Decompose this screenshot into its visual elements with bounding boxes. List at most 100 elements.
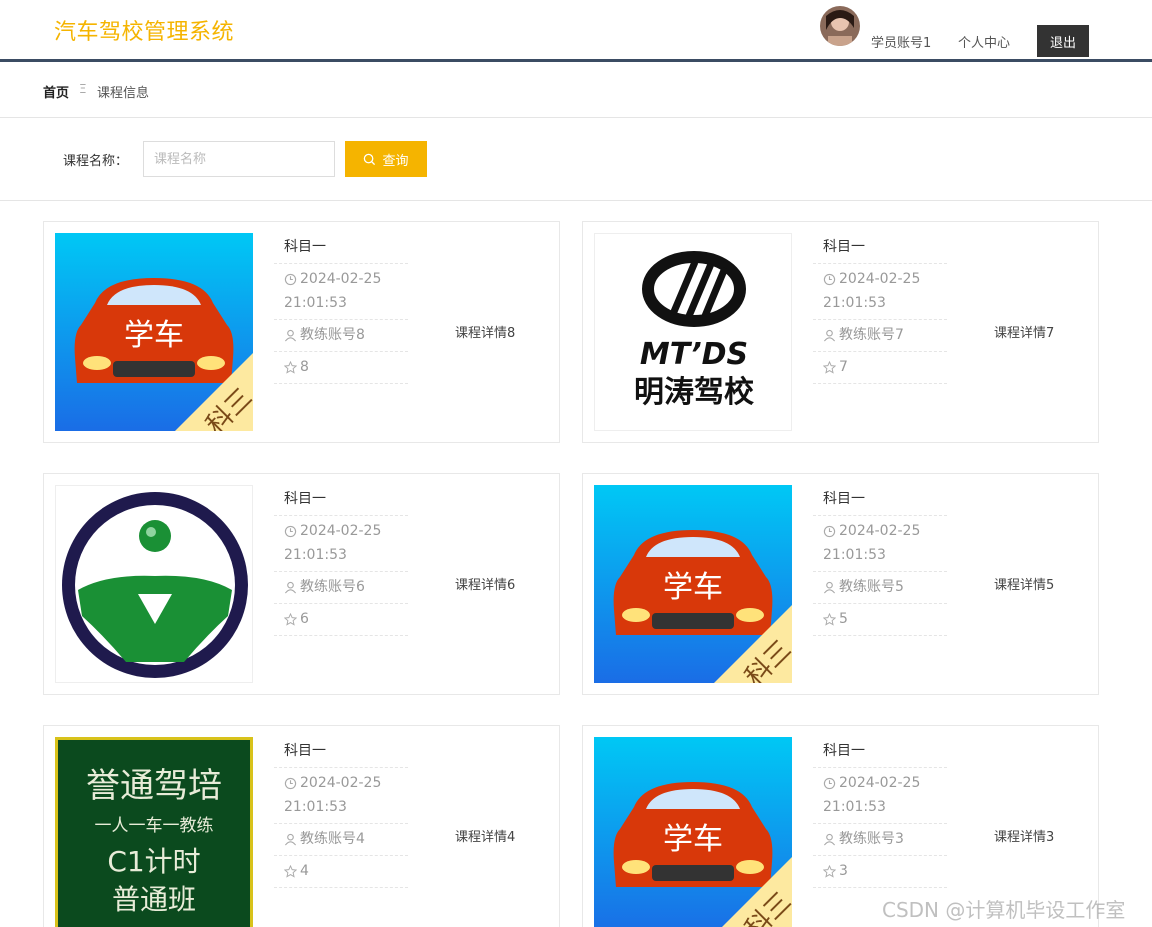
course-coach: 教练账号8 (274, 320, 408, 352)
course-info: 科目一 2024-02-25 21:01:53 教练账号8 8 (274, 232, 408, 384)
breadcrumb-current: 课程信息 (97, 86, 150, 101)
personal-center-link[interactable]: 个人中心 (958, 32, 1010, 51)
watermark: CSDN @计算机毕设工作室 (882, 898, 1126, 922)
course-time: 21:01:53 (284, 547, 347, 563)
image-text: 学车 (663, 570, 723, 605)
user-icon (284, 833, 297, 845)
coach-name: 教练账号8 (300, 327, 365, 343)
course-image[interactable]: 学车 科三 (594, 737, 792, 927)
user-icon (284, 329, 297, 341)
course-card[interactable]: 科目一 2024-02-25 21:01:53 教练账号6 6 课程详情6 (43, 473, 560, 695)
course-card[interactable]: 誉通驾培 一人一车一教练 C1计时 普通班 科目一 2024-02-25 21:0… (43, 725, 560, 927)
image-subtext: 明涛驾校 (634, 375, 754, 410)
course-detail-link[interactable]: 课程详情8 (455, 322, 515, 341)
favorite-count: 8 (300, 359, 309, 375)
image-line: 一人一车一教练 (95, 816, 214, 836)
course-detail-link[interactable]: 课程详情4 (455, 826, 515, 845)
course-coach: 教练账号6 (274, 572, 408, 604)
course-time: 21:01:53 (284, 295, 347, 311)
course-datetime: 2024-02-25 21:01:53 (274, 516, 408, 572)
course-coach: 教练账号4 (274, 824, 408, 856)
image-text: 学车 (663, 822, 723, 857)
favorite-count: 6 (300, 611, 309, 627)
course-date: 2024-02-25 (300, 775, 382, 791)
course-info: 科目一 2024-02-25 21:01:53 教练账号5 5 (813, 484, 947, 636)
logout-button[interactable]: 退出 (1037, 25, 1089, 57)
user-avatar[interactable] (820, 6, 860, 46)
course-date: 2024-02-25 (839, 775, 921, 791)
coach-name: 教练账号4 (300, 831, 365, 847)
course-info: 科目一 2024-02-25 21:01:53 教练账号4 4 (274, 736, 408, 888)
account-name[interactable]: 学员账号1 (871, 32, 931, 51)
star-icon (284, 612, 297, 626)
user-icon (823, 581, 836, 593)
course-coach: 教练账号3 (813, 824, 947, 856)
clock-icon (284, 777, 297, 789)
breadcrumb-home[interactable]: 首页 (43, 82, 69, 101)
clock-icon (823, 777, 836, 789)
course-favorites: 4 (274, 856, 408, 888)
image-text: 学车 (124, 318, 184, 353)
course-datetime: 2024-02-25 21:01:53 (813, 516, 947, 572)
coach-name: 教练账号5 (839, 579, 904, 595)
coach-name: 教练账号7 (839, 327, 904, 343)
course-title: 科目一 (274, 484, 408, 516)
breadcrumb: 首页 Ξ 课程信息 (0, 64, 1152, 118)
course-title: 科目一 (813, 484, 947, 516)
course-title: 科目一 (274, 736, 408, 768)
course-datetime: 2024-02-25 21:01:53 (274, 264, 408, 320)
star-icon (284, 864, 297, 878)
course-info: 科目一 2024-02-25 21:01:53 教练账号7 7 (813, 232, 947, 384)
search-icon (364, 153, 376, 165)
course-card[interactable]: 学车 科三 科目一 2024-02-25 21:01:53 教练账号5 5 课程详… (582, 473, 1099, 695)
clock-icon (823, 525, 836, 537)
favorite-count: 7 (839, 359, 848, 375)
course-info: 科目一 2024-02-25 21:01:53 教练账号6 6 (274, 484, 408, 636)
search-label: 课程名称： (63, 154, 129, 169)
user-icon (823, 329, 836, 341)
course-info: 科目一 2024-02-25 21:01:53 教练账号3 3 (813, 736, 947, 888)
user-icon (284, 581, 297, 593)
course-image[interactable]: MT’DS 明涛驾校 (594, 233, 792, 431)
course-time: 21:01:53 (823, 547, 886, 563)
course-datetime: 2024-02-25 21:01:53 (813, 264, 947, 320)
course-image[interactable]: 学车 科三 (55, 233, 253, 431)
course-date: 2024-02-25 (300, 523, 382, 539)
course-image[interactable] (55, 485, 253, 683)
course-coach: 教练账号5 (813, 572, 947, 604)
favorite-count: 3 (839, 863, 848, 879)
course-date: 2024-02-25 (300, 271, 382, 287)
course-date: 2024-02-25 (839, 271, 921, 287)
course-favorites: 3 (813, 856, 947, 888)
course-name-input[interactable] (143, 141, 335, 177)
course-title: 科目一 (813, 232, 947, 264)
clock-icon (823, 273, 836, 285)
course-image[interactable]: 誉通驾培 一人一车一教练 C1计时 普通班 (55, 737, 253, 927)
course-time: 21:01:53 (823, 295, 886, 311)
breadcrumb-separator: Ξ (79, 82, 87, 96)
course-favorites: 8 (274, 352, 408, 384)
course-time: 21:01:53 (284, 799, 347, 815)
course-card[interactable]: MT’DS 明涛驾校 科目一 2024-02-25 21:01:53 教练账号7 … (582, 221, 1099, 443)
search-button[interactable]: 查询 (345, 141, 427, 177)
search-button-label: 查询 (382, 153, 409, 169)
course-card[interactable]: 学车 科三 科目一 2024-02-25 21:01:53 教练账号8 8 课程详… (43, 221, 560, 443)
user-icon (823, 833, 836, 845)
favorite-count: 5 (839, 611, 848, 627)
image-text: MT’DS (640, 337, 748, 372)
course-coach: 教练账号7 (813, 320, 947, 352)
image-line: 普通班 (112, 883, 196, 916)
coach-name: 教练账号6 (300, 579, 365, 595)
site-title[interactable]: 汽车驾校管理系统 (54, 14, 234, 46)
star-icon (823, 864, 836, 878)
star-icon (284, 360, 297, 374)
course-detail-link[interactable]: 课程详情3 (994, 826, 1054, 845)
course-title: 科目一 (274, 232, 408, 264)
course-image[interactable]: 学车 科三 (594, 485, 792, 683)
course-favorites: 7 (813, 352, 947, 384)
course-detail-link[interactable]: 课程详情5 (994, 574, 1054, 593)
image-line: 誉通驾培 (86, 766, 222, 806)
course-detail-link[interactable]: 课程详情6 (455, 574, 515, 593)
course-detail-link[interactable]: 课程详情7 (994, 322, 1054, 341)
clock-icon (284, 525, 297, 537)
